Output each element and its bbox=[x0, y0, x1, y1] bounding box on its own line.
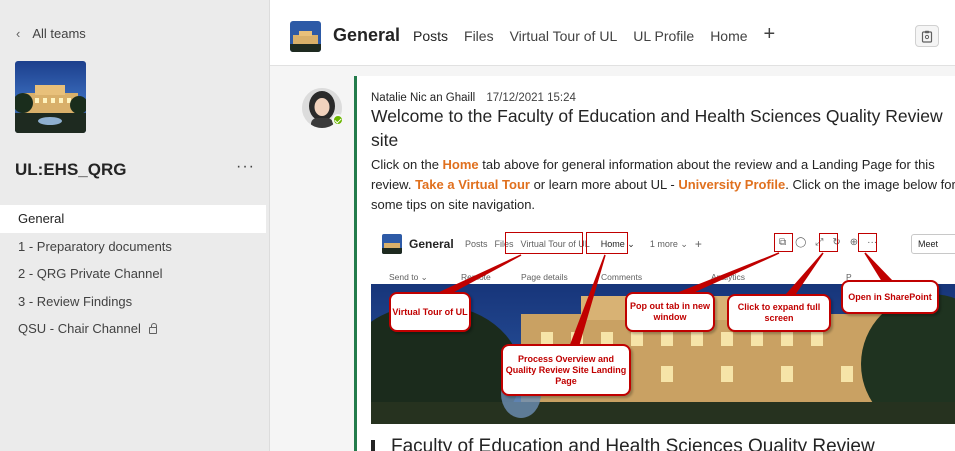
chat-icon: ◯ bbox=[795, 237, 807, 248]
embed-toolbar-item: Send to ⌄ bbox=[389, 272, 428, 282]
highlight-home bbox=[586, 232, 628, 254]
all-teams-link[interactable]: ‹ All teams bbox=[16, 26, 86, 41]
post-timestamp: 17/12/2021 15:24 bbox=[486, 92, 576, 104]
channel-list: General 1 - Preparatory documents 2 - QR… bbox=[0, 205, 266, 343]
post-card: Natalie Nic an Ghaill 17/12/2021 15:24 W… bbox=[354, 76, 955, 451]
team-name: UL:EHS_QRG bbox=[15, 160, 127, 179]
more-options-icon[interactable]: ··· bbox=[236, 158, 255, 176]
chevron-left-icon: ‹ bbox=[16, 26, 21, 41]
channel-label: 3 - Review Findings bbox=[18, 293, 133, 309]
post-title: Welcome to the Faculty of Education and … bbox=[371, 106, 943, 150]
channel-label: 2 - QRG Private Channel bbox=[18, 266, 163, 281]
navigation-tips-image[interactable]: General Posts Files Virtual Tour of UL H… bbox=[371, 226, 955, 451]
tab-home[interactable]: Home bbox=[710, 28, 747, 51]
post-author[interactable]: Natalie Nic an Ghaill bbox=[371, 92, 475, 104]
embed-channel-icon bbox=[382, 234, 402, 254]
all-teams-label: All teams bbox=[32, 26, 86, 41]
tab-virtual-tour[interactable]: Virtual Tour of UL bbox=[510, 28, 618, 51]
highlight-pop-out bbox=[774, 233, 793, 252]
highlight-expand bbox=[819, 233, 838, 252]
tab-posts[interactable]: Posts bbox=[411, 28, 450, 72]
highlight-sharepoint bbox=[858, 233, 877, 252]
embed-toolbar-item: Remote bbox=[461, 272, 491, 282]
callout-process-overview: Process Overview and Quality Review Site… bbox=[501, 344, 631, 396]
embed-tabs: Posts Files Virtual Tour of UL Home ⌄ 1 … bbox=[465, 237, 702, 253]
channel-general[interactable]: General bbox=[0, 205, 266, 233]
channel-label: QSU - Chair Channel bbox=[18, 321, 141, 336]
team-avatar[interactable] bbox=[15, 61, 86, 133]
callout-pop-out: Pop out tab in new window bbox=[625, 292, 715, 332]
presence-available-icon bbox=[332, 114, 344, 126]
clipboard-icon bbox=[921, 30, 933, 43]
embed-title: General bbox=[409, 237, 454, 251]
embed-footer: Faculty of Education and Health Sciences… bbox=[371, 424, 955, 451]
embed-tab: Posts bbox=[465, 239, 488, 249]
embed-meet-button: Meet bbox=[911, 234, 955, 254]
callout-expand: Click to expand full screen bbox=[727, 294, 831, 332]
lock-icon bbox=[148, 323, 157, 334]
channel-qrg-private[interactable]: 2 - QRG Private Channel bbox=[0, 260, 266, 288]
meeting-notes-button[interactable] bbox=[915, 25, 939, 47]
home-link[interactable]: Home bbox=[443, 157, 479, 172]
tab-ul-profile[interactable]: UL Profile bbox=[633, 28, 694, 51]
tab-files[interactable]: Files bbox=[464, 28, 494, 51]
embed-toolbar-item: Page details bbox=[521, 272, 568, 282]
team-sidebar: ‹ All teams UL:EHS_QRG ··· General 1 - P… bbox=[0, 0, 270, 451]
highlight-virtual-tour bbox=[505, 232, 583, 254]
post-meta: Natalie Nic an Ghaill 17/12/2021 15:24 bbox=[371, 92, 576, 104]
channel-qsu-chair[interactable]: QSU - Chair Channel bbox=[0, 315, 266, 343]
channel-label: 1 - Preparatory documents bbox=[18, 238, 172, 254]
virtual-tour-link[interactable]: Take a Virtual Tour bbox=[415, 177, 530, 192]
globe-icon: ⊕ bbox=[849, 237, 859, 248]
channel-review-findings[interactable]: 3 - Review Findings bbox=[0, 288, 266, 316]
embed-footer-title: Faculty of Education and Health Sciences… bbox=[391, 436, 875, 451]
channel-preparatory-documents[interactable]: 1 - Preparatory documents bbox=[0, 233, 266, 261]
callout-sharepoint: Open in SharePoint bbox=[841, 280, 939, 314]
channel-title: General bbox=[333, 25, 401, 45]
footer-accent-bar bbox=[371, 440, 375, 451]
post-text: Click on the bbox=[371, 157, 443, 172]
tab-bar: Posts Files Virtual Tour of UL UL Profil… bbox=[411, 23, 775, 72]
embed-tab: 1 more ⌄ bbox=[649, 239, 688, 249]
embed-toolbar-item: Analytics bbox=[711, 272, 746, 282]
channel-header: General Posts Files Virtual Tour of UL U… bbox=[270, 0, 955, 72]
post-text: or learn more about UL - bbox=[529, 177, 679, 192]
embed-tab: + bbox=[694, 237, 702, 251]
embed-header: General Posts Files Virtual Tour of UL H… bbox=[371, 226, 955, 260]
conversation-feed: Natalie Nic an Ghaill 17/12/2021 15:24 W… bbox=[270, 66, 955, 451]
channel-label: General bbox=[18, 211, 65, 226]
add-tab-button[interactable]: + bbox=[764, 23, 776, 46]
callout-virtual-tour: Virtual Tour of UL bbox=[389, 292, 471, 332]
post-body: Click on the Home tab above for general … bbox=[371, 155, 955, 215]
channel-icon bbox=[290, 21, 321, 52]
embed-toolbar-item: Comments bbox=[601, 272, 643, 282]
university-profile-link[interactable]: University Profile bbox=[678, 177, 785, 192]
